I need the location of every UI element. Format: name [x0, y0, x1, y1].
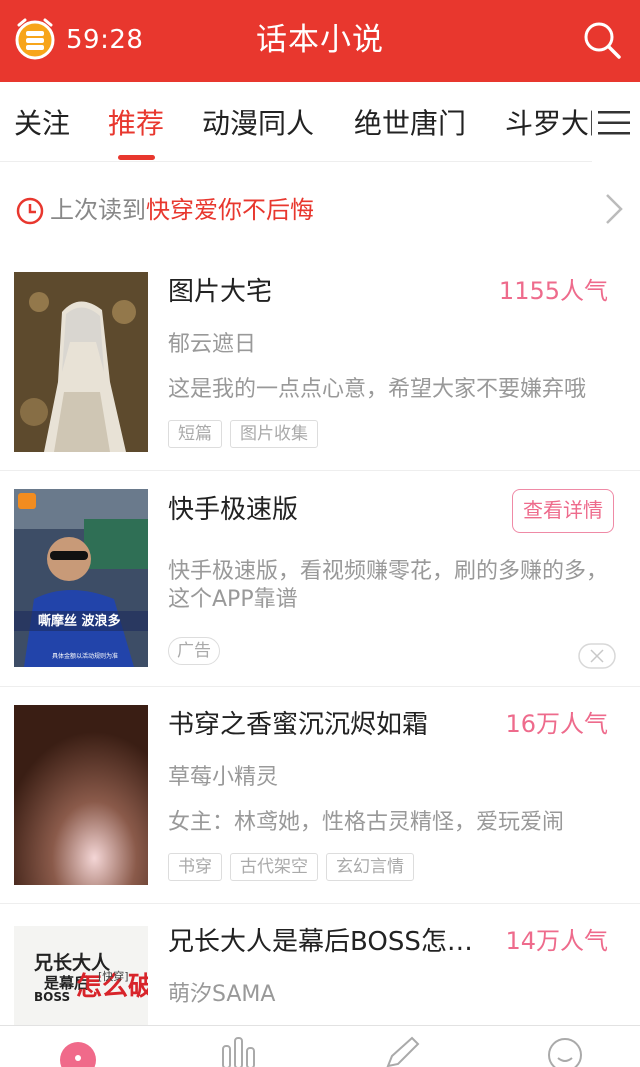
ad-title[interactable]: 快手极速版 [168, 493, 498, 527]
close-icon[interactable] [578, 643, 616, 669]
popularity-count: 1155人气 [498, 277, 608, 305]
book-author: 草莓小精灵 [168, 765, 279, 790]
book-title[interactable]: 兄长大人是幕后BOSS怎么破 [168, 925, 488, 959]
tab-follow[interactable]: 关注 [14, 106, 70, 142]
book-author: 郁云遮日 [168, 332, 257, 357]
chevron-right-icon[interactable] [604, 192, 624, 226]
book-description: 这是我的一点点心意，希望大家不要嫌弃哦 [168, 377, 587, 402]
book-cover: 兄长大人 是幕后 BOSS 怎么破 [快穿] [14, 926, 148, 1025]
active-tab-indicator [118, 155, 155, 160]
tab-recommend[interactable]: 推荐 [108, 106, 164, 142]
tag-list: 书穿 古代架空 玄幻言情 [168, 853, 414, 881]
tag[interactable]: 玄幻言情 [326, 853, 414, 881]
list-item[interactable]: 图片大宅 1155人气 郁云遮日 这是我的一点点心意，希望大家不要嫌弃哦 短篇 … [0, 254, 640, 471]
tab-anime-fanfic[interactable]: 动漫同人 [202, 106, 314, 142]
last-read-book[interactable]: 快穿爱你不后悔 [146, 196, 314, 224]
last-read-text: 上次读到快穿爱你不后悔 [50, 194, 314, 226]
book-title[interactable]: 图片大宅 [168, 275, 488, 309]
clock-icon [16, 197, 44, 225]
tag[interactable]: 古代架空 [230, 853, 318, 881]
app-root: 59:28 话本小说 关注 推荐 动漫同人 绝世唐门 斗罗大陆 上次读到 [0, 0, 640, 1067]
tag[interactable]: 图片收集 [230, 420, 318, 448]
ad-label: 广告 [168, 637, 220, 665]
tab-douluo-dalu[interactable]: 斗罗大陆 [505, 106, 600, 142]
cover-text-tag: [快穿] [98, 970, 129, 983]
popularity-count: 16万人气 [505, 710, 608, 738]
app-title: 话本小说 [256, 22, 384, 58]
list-item[interactable]: 书穿之香蜜沉沉烬如霜 16万人气 草莓小精灵 女主：林鸢她，性格古灵精怪，爱玩爱… [0, 687, 640, 904]
ad-cover-subcaption: 具体金额以活动规则为准 [52, 653, 119, 660]
tag[interactable]: 书穿 [168, 853, 222, 881]
book-cover [14, 272, 148, 452]
ad-description: 快手极速版，看视频赚零花，刷的多赚的多，这个APP靠谱 [168, 559, 609, 612]
top-app-bar: 59:28 话本小说 [0, 0, 640, 82]
ranking-icon[interactable] [220, 1036, 258, 1067]
tab-menu-button[interactable] [592, 82, 640, 162]
menu-icon [598, 111, 630, 135]
ad-cover: 嘶摩丝 波浪多 具体金额以活动规则为准 [14, 489, 148, 667]
profile-icon[interactable] [546, 1036, 584, 1067]
list-item[interactable]: 兄长大人 是幕后 BOSS 怎么破 [快穿] 兄长大人是幕后BOSS怎么破 14… [0, 904, 640, 1025]
view-details-button[interactable]: 查看详情 [512, 489, 614, 533]
tab-clip: 斗罗大陆 [505, 82, 600, 162]
book-cover [14, 705, 148, 885]
popularity-count: 14万人气 [505, 927, 608, 955]
cover-text-line3: BOSS [34, 990, 71, 1004]
ad-cover-caption: 嘶摩丝 波浪多 [38, 614, 121, 629]
ad-cover-image [14, 489, 148, 667]
bottom-nav [0, 1025, 640, 1067]
category-tabs: 关注 推荐 动漫同人 绝世唐门 斗罗大陆 [0, 82, 640, 162]
tab-jueshi-tangmen[interactable]: 绝世唐门 [354, 106, 466, 142]
tag[interactable]: 短篇 [168, 420, 222, 448]
home-icon[interactable] [58, 1038, 98, 1067]
last-read-prefix: 上次读到 [50, 196, 146, 224]
book-title[interactable]: 书穿之香蜜沉沉烬如霜 [168, 708, 488, 742]
search-icon[interactable] [582, 20, 622, 60]
write-icon[interactable] [382, 1036, 420, 1067]
book-author: 萌汐SAMA [168, 982, 276, 1007]
tag-list: 短篇 图片收集 [168, 420, 318, 448]
book-description: 女主：林鸢她，性格古灵精怪，爱玩爱闹 [168, 810, 565, 835]
